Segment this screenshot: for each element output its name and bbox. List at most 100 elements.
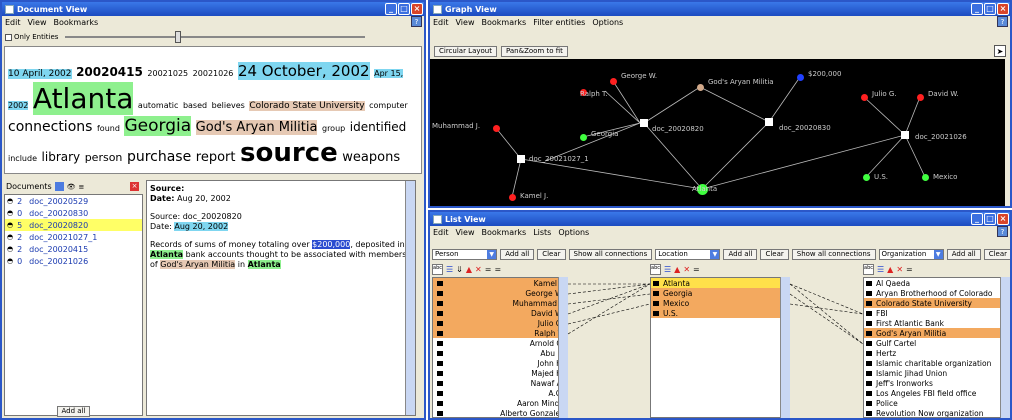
help-icon[interactable]: ? bbox=[997, 16, 1008, 27]
menu-options[interactable]: Options bbox=[592, 18, 623, 27]
cloud-word[interactable]: identified bbox=[350, 120, 407, 134]
cloud-word[interactable]: computer bbox=[369, 101, 408, 110]
list-item[interactable]: Al Qaeda bbox=[864, 278, 1009, 288]
menu-filter-entities[interactable]: Filter entities bbox=[533, 18, 585, 27]
cloud-word[interactable]: weapons bbox=[342, 150, 400, 165]
minimize-icon[interactable]: _ bbox=[971, 213, 983, 225]
list-item[interactable]: Revolution Now organization bbox=[864, 408, 1009, 417]
list-view-titlebar[interactable]: List View _ □ × bbox=[430, 212, 1010, 226]
scrollbar[interactable] bbox=[405, 181, 415, 415]
eye-icon[interactable]: ◓ bbox=[7, 197, 13, 205]
cloud-word[interactable]: Georgia bbox=[124, 115, 192, 136]
document-name[interactable]: doc_20020830 bbox=[29, 209, 88, 218]
add-all-button[interactable]: Add all bbox=[500, 248, 535, 260]
menu-edit[interactable]: Edit bbox=[433, 18, 449, 27]
clear-button[interactable]: Clear bbox=[537, 248, 566, 260]
list-item[interactable]: Majed H. bbox=[433, 368, 567, 378]
graph-node[interactable] bbox=[517, 155, 525, 163]
graph-node[interactable] bbox=[580, 134, 587, 141]
minimize-icon[interactable]: _ bbox=[385, 3, 397, 15]
help-icon[interactable]: ? bbox=[411, 16, 422, 27]
eye-icon[interactable]: ◓ bbox=[7, 233, 13, 241]
help-icon[interactable]: ? bbox=[997, 226, 1008, 237]
cloud-word[interactable]: purchase bbox=[127, 149, 191, 165]
scrollbar[interactable] bbox=[1000, 277, 1010, 418]
sort-list-icon[interactable]: ☰ bbox=[664, 265, 671, 274]
scrollbar[interactable] bbox=[780, 277, 790, 418]
equals-icon[interactable]: = bbox=[906, 265, 913, 274]
filter-icon[interactable]: ≡ bbox=[79, 183, 85, 191]
add-all-button[interactable]: Add all bbox=[56, 406, 91, 417]
eye-icon[interactable]: 👁 bbox=[67, 183, 76, 191]
menu-bookmarks[interactable]: Bookmarks bbox=[481, 228, 526, 237]
menu-edit[interactable]: Edit bbox=[5, 18, 21, 27]
cloud-word[interactable]: God's Aryan Militia bbox=[195, 119, 318, 135]
list-item[interactable]: Islamic Jihad Union bbox=[864, 368, 1009, 378]
cloud-word[interactable]: based bbox=[183, 101, 207, 110]
eye-icon[interactable]: ◓ bbox=[7, 257, 13, 265]
cloud-word[interactable]: 20020415 bbox=[76, 65, 143, 79]
add-all-button[interactable]: Add all bbox=[723, 248, 758, 260]
cloud-word[interactable]: library bbox=[42, 150, 81, 164]
list-item[interactable]: Nawaf A. bbox=[433, 378, 567, 388]
cloud-word[interactable]: connections bbox=[8, 119, 92, 135]
document-row[interactable]: ◓ 5 doc_20020820 bbox=[5, 219, 142, 231]
list-item[interactable]: Aryan Brotherhood of Colorado bbox=[864, 288, 1009, 298]
clear-button[interactable]: Clear bbox=[983, 248, 1010, 260]
cloud-word[interactable]: Colorado State University bbox=[249, 100, 365, 111]
document-view-titlebar[interactable]: Document View _ □ × bbox=[2, 2, 424, 16]
minimize-icon[interactable]: _ bbox=[971, 3, 983, 15]
marker-icon[interactable]: ▲ bbox=[466, 265, 472, 274]
cloud-word[interactable]: person bbox=[85, 151, 123, 164]
list-item[interactable]: Police bbox=[864, 398, 1009, 408]
entity-atlanta[interactable]: Atlanta bbox=[150, 250, 184, 259]
list-item[interactable]: George W. bbox=[433, 288, 567, 298]
location-select[interactable]: Location ▼ bbox=[655, 248, 721, 260]
graph-node[interactable] bbox=[509, 194, 516, 201]
list-item[interactable]: Ralph T. bbox=[433, 328, 567, 338]
sort-alpha-icon[interactable]: abc bbox=[432, 263, 443, 275]
person-select[interactable]: Person ▼ bbox=[432, 248, 498, 260]
cloud-word[interactable]: 10 April, 2002 bbox=[8, 69, 72, 79]
graph-node[interactable] bbox=[922, 174, 929, 181]
list-item[interactable]: John H. bbox=[433, 358, 567, 368]
cloud-word[interactable]: group bbox=[322, 124, 345, 133]
graph-node[interactable] bbox=[863, 174, 870, 181]
menu-view[interactable]: View bbox=[456, 18, 475, 27]
menu-bookmarks[interactable]: Bookmarks bbox=[481, 18, 526, 27]
list-item[interactable]: U.S. bbox=[651, 308, 789, 318]
list-item[interactable]: Georgia bbox=[651, 288, 789, 298]
menu-view[interactable]: View bbox=[28, 18, 47, 27]
close-icon[interactable]: × bbox=[997, 213, 1009, 225]
clear-x-icon[interactable]: ✕ bbox=[683, 265, 690, 274]
entity-slider[interactable] bbox=[65, 31, 365, 43]
list-item[interactable]: Muhammad J. bbox=[433, 298, 567, 308]
cloud-word[interactable]: 20021025 bbox=[147, 69, 188, 78]
graph-node[interactable] bbox=[493, 125, 500, 132]
scrollbar[interactable] bbox=[558, 277, 568, 418]
graph-node[interactable] bbox=[697, 84, 704, 91]
document-row[interactable]: ◓ 2 doc_20021027_1 bbox=[5, 231, 142, 243]
show-all-connections-button[interactable]: Show all connections bbox=[791, 248, 876, 260]
pan-zoom-button[interactable]: Pan&Zoom to fit bbox=[500, 46, 568, 57]
list-item[interactable]: FBI bbox=[864, 308, 1009, 318]
entity-gods-aryan-militia[interactable]: God's Aryan Militia bbox=[160, 260, 236, 269]
cloud-word[interactable]: believes bbox=[212, 101, 245, 110]
list-item[interactable]: Islamic charitable organization bbox=[864, 358, 1009, 368]
cloud-word[interactable]: include bbox=[8, 154, 37, 163]
cloud-word[interactable]: Atlanta bbox=[32, 81, 134, 115]
slider-thumb[interactable] bbox=[175, 31, 181, 43]
document-name[interactable]: doc_20021026 bbox=[29, 257, 88, 266]
circular-layout-button[interactable]: Circular Layout bbox=[434, 46, 497, 57]
marker-icon[interactable]: ▲ bbox=[887, 265, 893, 274]
document-name[interactable]: doc_20021027_1 bbox=[29, 233, 97, 242]
list-item[interactable]: Atlanta bbox=[651, 278, 789, 288]
maximize-icon[interactable]: □ bbox=[398, 3, 410, 15]
list-item[interactable]: Jeff's Ironworks bbox=[864, 378, 1009, 388]
show-all-connections-button[interactable]: Show all connections bbox=[568, 248, 653, 260]
cloud-word[interactable]: 24 October, 2002 bbox=[237, 62, 370, 80]
clear-button[interactable]: Clear bbox=[760, 248, 789, 260]
menu-view[interactable]: View bbox=[456, 228, 475, 237]
add-all-button[interactable]: Add all bbox=[946, 248, 981, 260]
document-row[interactable]: ◓ 2 doc_20020529 bbox=[5, 195, 142, 207]
